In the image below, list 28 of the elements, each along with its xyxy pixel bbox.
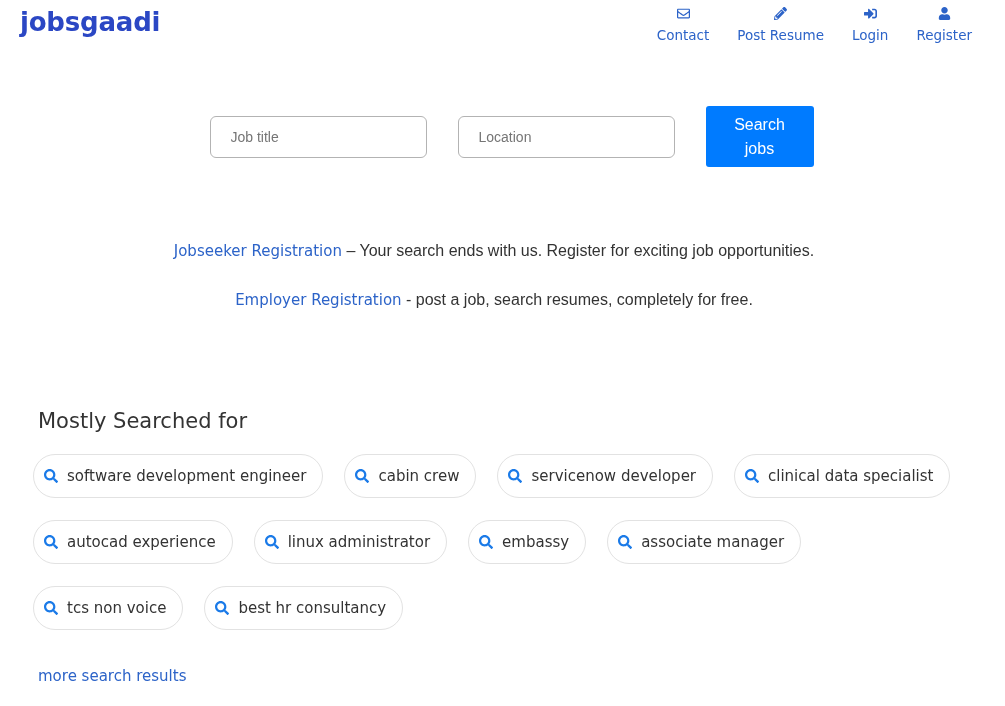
registration-text: Jobseeker Registration – Your search ends with us. Register for exciting job opportunities. [173,241,815,262]
search-icon [44,535,58,549]
sign-in-icon [863,7,877,20]
more-results-link[interactable]: more search results [38,665,187,687]
section-heading: Mostly Searched for [38,408,249,435]
search-icon [479,535,494,549]
nav-link[interactable]: Post Resume [737,7,824,45]
envelope-icon [676,7,690,20]
search-icon [44,469,58,483]
logo[interactable]: jobsgaadi [20,3,161,41]
location-field[interactable]: Location [457,115,675,158]
search-icon [355,469,370,483]
pencil-icon [774,7,788,20]
search-icon [215,601,230,615]
user-icon [937,7,951,20]
registration-link[interactable]: Employer Registration [235,291,402,309]
nav-link[interactable]: Register [916,7,972,45]
registration-text: Employer Registration - post a job, search resumes, completely for free. [235,290,753,311]
search-button[interactable]: Search jobs [705,106,814,167]
search-icon [508,469,523,483]
job-title-field[interactable]: Job title [209,115,427,158]
nav-link[interactable]: Contact [656,7,710,45]
search-icon [745,469,760,483]
search-icon [618,535,633,549]
registration-link[interactable]: Jobseeker Registration [173,242,342,260]
search-icon [264,535,279,549]
nav-link[interactable]: Login [852,7,889,45]
search-icon [44,601,58,615]
